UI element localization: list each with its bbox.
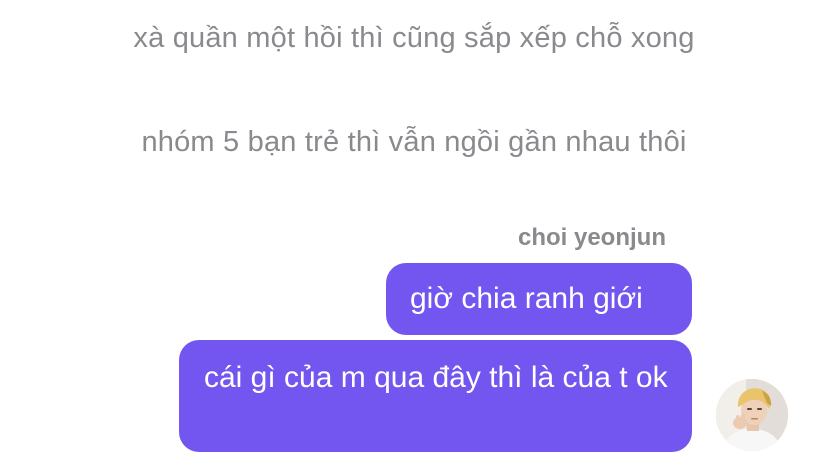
person-photo-avatar-icon [716, 379, 788, 451]
message-bubble[interactable]: giờ chia ranh giới [386, 263, 692, 335]
narration-line-1: xà quần một hồi thì cũng sắp xếp chỗ xon… [133, 22, 695, 54]
sender-name: choi yeonjun [517, 224, 666, 251]
narration-line-2: nhóm 5 bạn trẻ thì vẫn ngồi gần nhau thô… [141, 126, 687, 158]
message-bubble[interactable]: cái gì của m qua đây thì là của t ok [179, 340, 692, 452]
avatar[interactable] [716, 379, 788, 451]
